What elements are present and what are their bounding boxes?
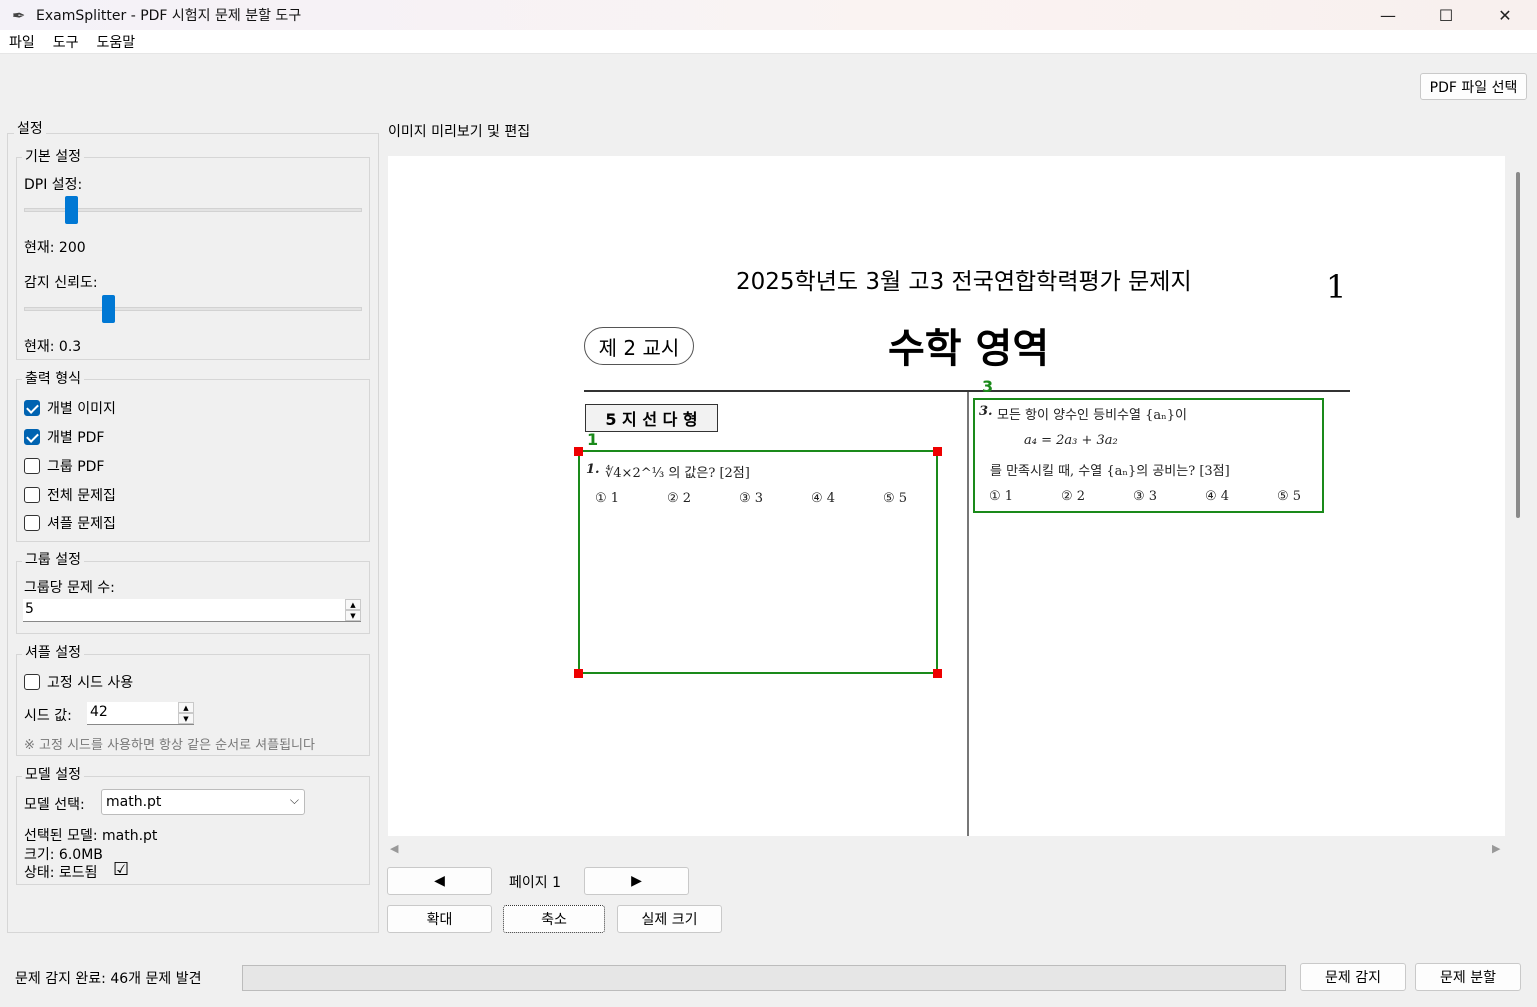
status-text: 문제 감지 완료: 46개 문제 발견: [15, 971, 202, 987]
group-settings-title: 그룹 설정: [22, 549, 84, 569]
preview-title: 이미지 미리보기 및 편집: [388, 124, 531, 140]
shuffle-settings-title: 셔플 설정: [22, 642, 84, 662]
menu-help[interactable]: 도움말: [88, 32, 145, 52]
detection-box[interactable]: [973, 398, 1324, 513]
detect-problems-button[interactable]: 문제 감지: [1300, 963, 1406, 991]
pdf-select-button[interactable]: PDF 파일 선택: [1420, 73, 1527, 100]
model-status: 상태: 로드됨: [24, 865, 98, 881]
page-indicator: 페이지 1: [509, 875, 561, 891]
confidence-slider-track[interactable]: [24, 307, 362, 311]
maximize-button[interactable]: ☐: [1417, 0, 1475, 30]
settings-title: 설정: [14, 118, 46, 138]
basic-settings-title: 기본 설정: [22, 146, 84, 166]
exam-page-image: 2025학년도 3월 고3 전국연합학력평가 문제지 1 제 2 교시 수학 영…: [388, 156, 1505, 836]
group-count-stepper[interactable]: 5 ▲ ▼: [23, 599, 361, 622]
spin-up-icon[interactable]: ▲: [345, 599, 361, 610]
exam-subject: 수학 영역: [888, 326, 1050, 372]
checkbox[interactable]: [24, 429, 40, 445]
model-settings-title: 모델 설정: [22, 764, 84, 784]
dpi-label: DPI 설정:: [24, 177, 83, 193]
seed-note: ※ 고정 시드를 사용하면 항상 같은 순서로 셔플됩니다: [24, 738, 315, 753]
model-select-label: 모델 선택:: [24, 797, 85, 813]
resize-handle[interactable]: [933, 669, 942, 678]
title-bar: ✒ ExamSplitter - PDF 시험지 문제 분할 도구: [0, 0, 1537, 30]
preview-canvas[interactable]: 2025학년도 3월 고3 전국연합학력평가 문제지 1 제 2 교시 수학 영…: [388, 156, 1505, 836]
spin-down-icon[interactable]: ▼: [345, 610, 361, 621]
minimize-button[interactable]: —: [1359, 0, 1417, 30]
detection-box-label: 1: [587, 430, 599, 449]
output-option-label: 개별 PDF: [47, 430, 105, 446]
checkbox[interactable]: [24, 487, 40, 503]
check-box-icon: ☑: [113, 859, 130, 880]
confidence-label: 감지 신뢰도:: [24, 275, 98, 291]
menu-tools[interactable]: 도구: [44, 32, 88, 52]
question-type-box: 5 지 선 다 형: [585, 404, 718, 432]
actual-size-button[interactable]: 실제 크기: [617, 905, 722, 933]
menu-bar: 파일 도구 도움말: [0, 30, 1537, 54]
window-title: ExamSplitter - PDF 시험지 문제 분할 도구: [36, 8, 302, 24]
vertical-scrollbar[interactable]: [1516, 172, 1520, 518]
prev-page-button[interactable]: ◀: [387, 867, 492, 895]
resize-handle[interactable]: [574, 669, 583, 678]
group-count-value: 5: [25, 601, 34, 617]
scroll-right-icon[interactable]: ▶: [1492, 842, 1500, 855]
detection-box-label: 3: [982, 377, 994, 396]
model-size: 크기: 6.0MB: [24, 847, 103, 863]
exam-session: 제 2 교시: [584, 327, 694, 365]
feather-icon: ✒: [12, 5, 26, 25]
spin-up-icon[interactable]: ▲: [178, 702, 194, 713]
zoom-in-button[interactable]: 확대: [387, 905, 492, 933]
seed-stepper[interactable]: 42 ▲ ▼: [87, 702, 194, 725]
output-format-title: 출력 형식: [22, 368, 84, 388]
detection-box-selected[interactable]: [578, 450, 938, 674]
checkbox[interactable]: [24, 515, 40, 531]
output-option-label: 셔플 문제집: [47, 516, 116, 532]
confidence-slider-thumb[interactable]: [101, 295, 115, 323]
fixed-seed-checkbox[interactable]: [24, 674, 40, 690]
confidence-current-value: 현재: 0.3: [24, 339, 82, 355]
checkbox[interactable]: [24, 400, 40, 416]
exam-page-number: 1: [1326, 268, 1347, 306]
zoom-out-button[interactable]: 축소: [503, 905, 605, 933]
dpi-current-value: 현재: 200: [24, 240, 86, 256]
resize-handle[interactable]: [574, 447, 583, 456]
selected-model: 선택된 모델: math.pt: [24, 828, 158, 844]
group-settings-group: [16, 561, 370, 634]
exam-header: 2025학년도 3월 고3 전국연합학력평가 문제지: [736, 269, 1192, 295]
chevron-down-icon: ⌵: [289, 793, 299, 807]
output-option-label: 개별 이미지: [47, 401, 116, 417]
group-count-label: 그룹당 문제 수:: [24, 580, 115, 596]
next-page-button[interactable]: ▶: [584, 867, 689, 895]
output-option-label: 그룹 PDF: [47, 459, 105, 475]
menu-file[interactable]: 파일: [0, 32, 44, 52]
dpi-slider-thumb[interactable]: [64, 196, 78, 224]
output-option-label: 전체 문제집: [47, 488, 116, 504]
scroll-left-icon[interactable]: ◀: [390, 842, 398, 855]
split-problems-button[interactable]: 문제 분할: [1415, 963, 1521, 991]
checkbox[interactable]: [24, 458, 40, 474]
seed-value: 42: [90, 704, 108, 720]
model-select[interactable]: math.pt ⌵: [101, 789, 305, 815]
resize-handle[interactable]: [933, 447, 942, 456]
fixed-seed-label: 고정 시드 사용: [47, 675, 134, 691]
progress-bar: [242, 965, 1286, 991]
close-button[interactable]: ✕: [1476, 0, 1534, 30]
seed-label: 시드 값:: [24, 708, 72, 724]
model-select-value: math.pt: [106, 794, 162, 810]
column-divider: [967, 392, 969, 836]
spin-down-icon[interactable]: ▼: [178, 713, 194, 724]
